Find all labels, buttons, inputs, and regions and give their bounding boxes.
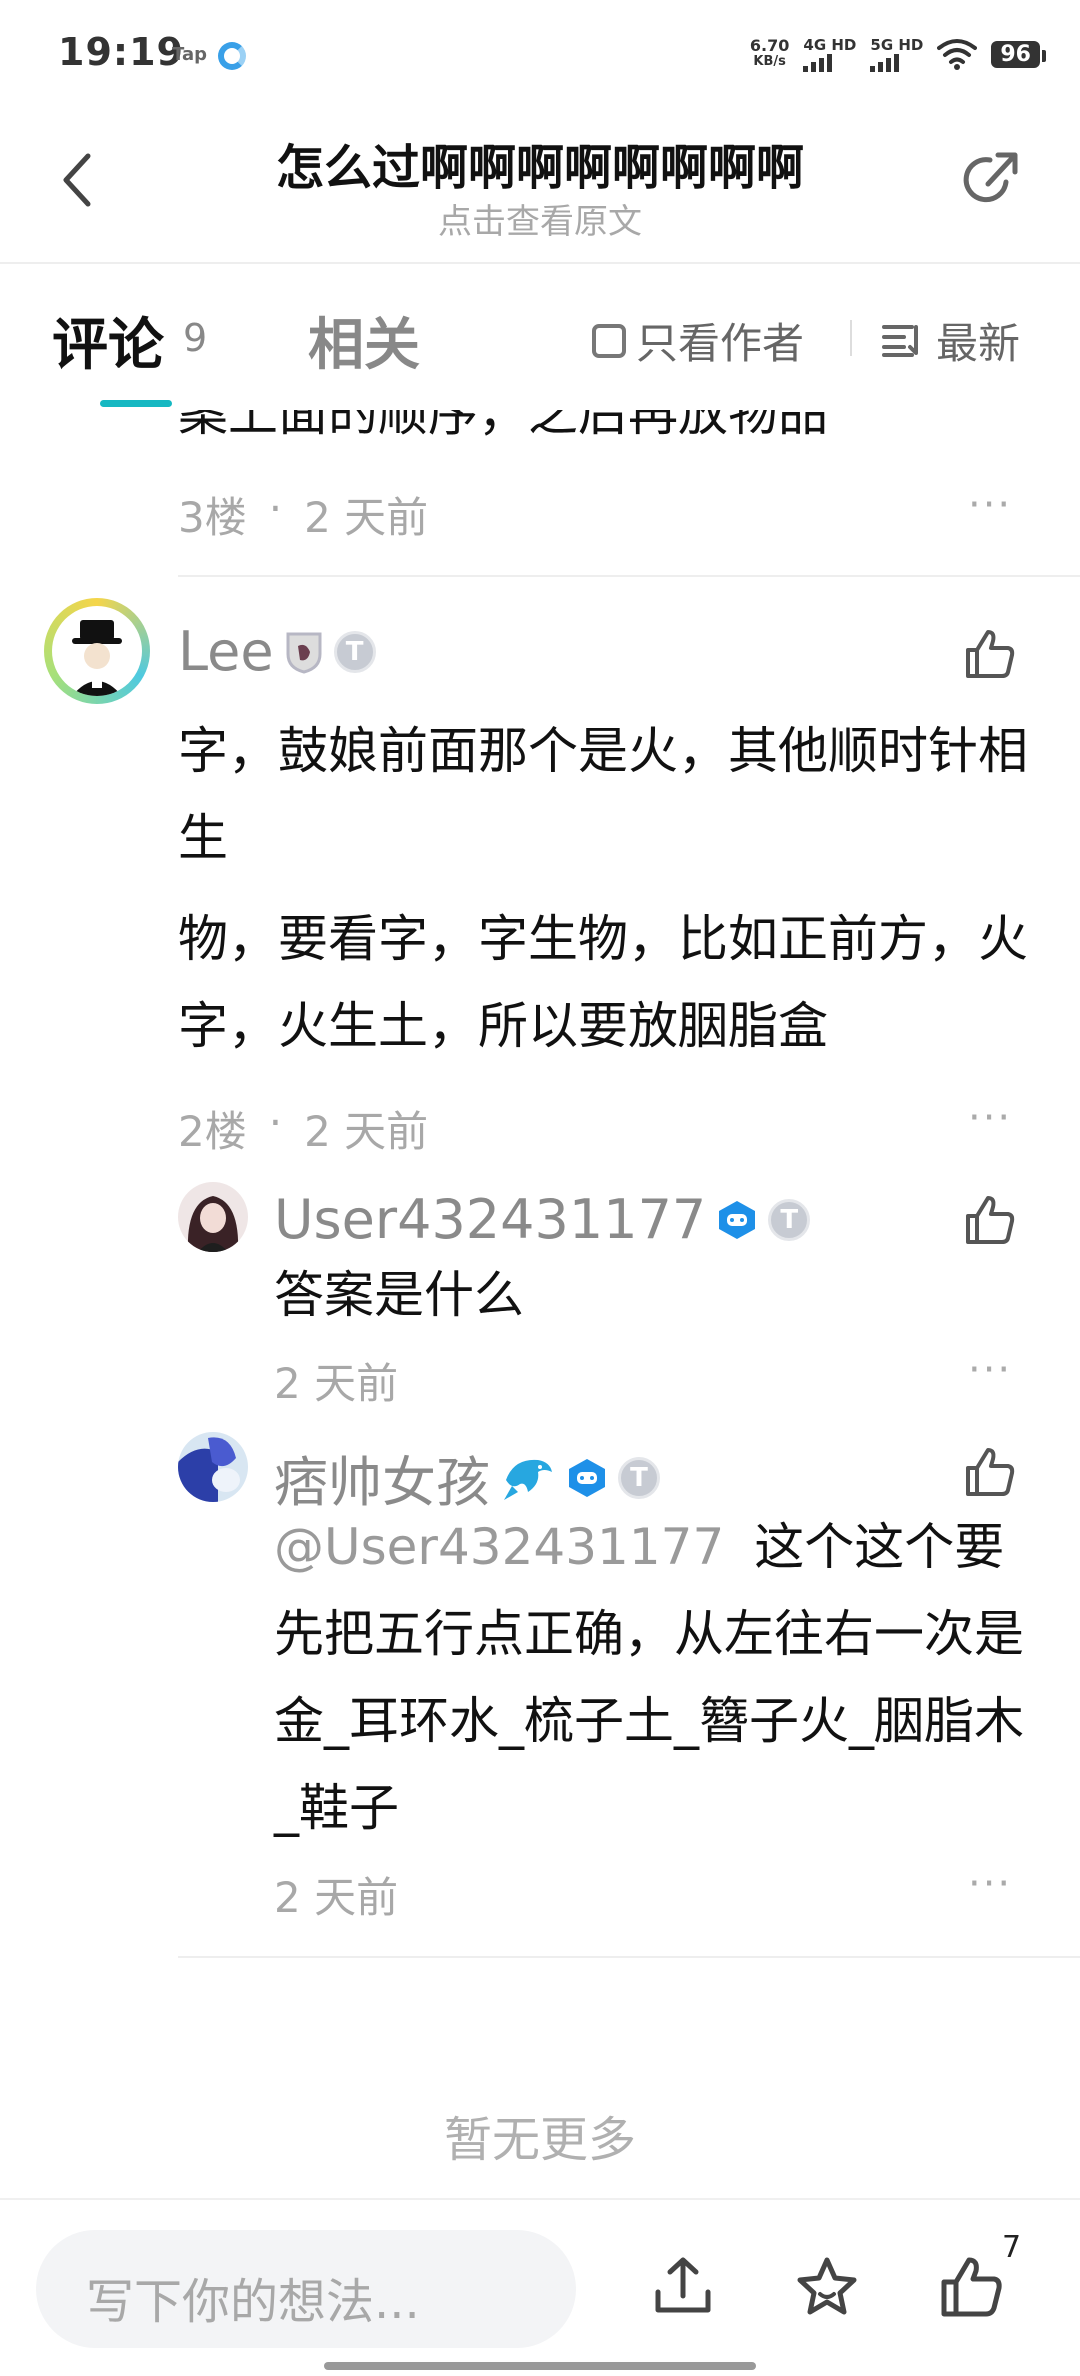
username-row: Lee T: [178, 620, 376, 683]
tab-comments-count: 9: [183, 316, 208, 360]
more-dots-icon[interactable]: ···: [968, 1095, 1012, 1141]
thumbs-up-icon[interactable]: [962, 1192, 1018, 1248]
comment-time: 2 天前: [304, 493, 429, 542]
thumbs-up-icon[interactable]: [962, 626, 1018, 682]
reply-time: 2 天前: [274, 1359, 399, 1408]
comment-meta: 2楼 · 2 天前: [178, 1098, 428, 1159]
comment-floor-3: 案上面的顺序，之后再放物品: [0, 410, 1080, 580]
share-icon[interactable]: [960, 148, 1022, 210]
comment-divider: [178, 575, 1080, 577]
comment-time: 2 天前: [304, 1107, 429, 1156]
author-only-toggle[interactable]: 只看作者: [592, 310, 804, 371]
floor-number: 2楼: [178, 1107, 247, 1156]
meta-dot: ·: [268, 1098, 283, 1147]
net-speed: 6.70 KB/s: [750, 38, 789, 70]
more-dots-icon[interactable]: ···: [968, 1347, 1012, 1393]
avatar-lee-image: [52, 606, 142, 696]
level-badge-t1: T: [333, 630, 376, 673]
upload-icon[interactable]: [648, 2252, 718, 2322]
meta-dot: ·: [268, 484, 283, 533]
battery-indicator: 96: [991, 40, 1046, 68]
thumbs-up-icon[interactable]: [962, 1444, 1018, 1500]
username-user432431177[interactable]: User432431177: [274, 1188, 706, 1251]
author-only-label: 只看作者: [636, 319, 805, 368]
comment-paragraph-1: 字，鼓娘前面那个是火，其他顺时针相生: [178, 722, 1028, 867]
sort-button[interactable]: 最新: [882, 310, 1020, 371]
star-icon[interactable]: [792, 2252, 862, 2322]
tab-comments[interactable]: 评论: [52, 300, 164, 381]
sim2-signal: 5G HD: [870, 36, 923, 72]
comment-divider: [178, 1956, 1080, 1958]
no-more-label: 暂无更多: [443, 2112, 636, 2168]
tab-related[interactable]: 相关: [308, 300, 420, 381]
level-badge-t2: T: [618, 1456, 660, 1499]
reply-text: 答案是什么: [274, 1266, 524, 1324]
username-lee[interactable]: Lee: [178, 620, 274, 683]
net-speed-unit: KB/s: [753, 54, 786, 69]
avatar-pishuai-image: [178, 1432, 248, 1502]
status-right-group: 6.70 KB/s 4G HD 5G HD 96: [750, 36, 1046, 72]
signal-bars-icon: [870, 54, 900, 72]
reply-body: @User432431177 这个这个要先把五行点正确，从左往右一次是金_耳环水_…: [274, 1504, 1044, 1852]
mention-link[interactable]: @User432431177: [274, 1518, 724, 1576]
avatar-lee[interactable]: [44, 598, 150, 704]
floor-number: 3楼: [178, 493, 247, 542]
avatar-pishuai[interactable]: [178, 1432, 248, 1502]
sort-label: 最新: [936, 319, 1021, 368]
comment-floor-label: 3楼 · 2 天前: [178, 484, 428, 545]
status-bar: 19:19 Tap 6.70 KB/s 4G HD 5G HD 96: [0, 0, 1080, 110]
tab-separator: [850, 320, 852, 356]
reply-time: 2 天前: [274, 1873, 399, 1922]
thumbs-up-icon[interactable]: [936, 2252, 1006, 2322]
net-speed-value: 6.70: [749, 36, 790, 55]
dolphin-badge-icon: [504, 1459, 552, 1500]
status-app-label: Tap: [172, 44, 207, 65]
level-badge-t2: T: [768, 1198, 811, 1241]
shield-badge-icon: [286, 632, 322, 674]
avatar-user-image: [178, 1182, 248, 1252]
more-dots-icon[interactable]: ···: [968, 482, 1012, 528]
wifi-icon: [937, 39, 978, 70]
status-time: 19:19: [58, 30, 184, 74]
sim1-signal: 4G HD: [803, 36, 856, 72]
comment-paragraph-2: 物，要看字，字生物，比如正前方，火字，火生土，所以要放胭脂盒: [178, 910, 1028, 1055]
reply-username-row: User432431177 T: [274, 1188, 811, 1251]
avatar-user432431177[interactable]: [178, 1182, 248, 1252]
game-badge-icon: [569, 1458, 605, 1497]
home-indicator[interactable]: [324, 2362, 756, 2370]
game-badge-icon: [719, 1200, 756, 1239]
comment-input-placeholder: 写下你的想法...: [86, 2274, 420, 2330]
header-divider: [0, 262, 1080, 264]
view-original-link[interactable]: 点击查看原文: [0, 194, 1080, 243]
active-tab-indicator: [100, 400, 172, 407]
comment-text-partial: 案上面的顺序，之后再放物品: [178, 410, 828, 442]
sim2-label: 5G HD: [870, 36, 924, 54]
like-count: 7: [1002, 2230, 1022, 2265]
post-title[interactable]: 怎么过啊啊啊啊啊啊啊啊: [0, 128, 1080, 198]
sim1-label: 4G HD: [803, 36, 857, 54]
checkbox-icon[interactable]: [592, 323, 626, 358]
app-notification-icon: [218, 42, 246, 70]
signal-bars-icon: [803, 54, 833, 72]
sort-list-icon: [882, 324, 918, 357]
more-dots-icon[interactable]: ···: [968, 1861, 1012, 1907]
